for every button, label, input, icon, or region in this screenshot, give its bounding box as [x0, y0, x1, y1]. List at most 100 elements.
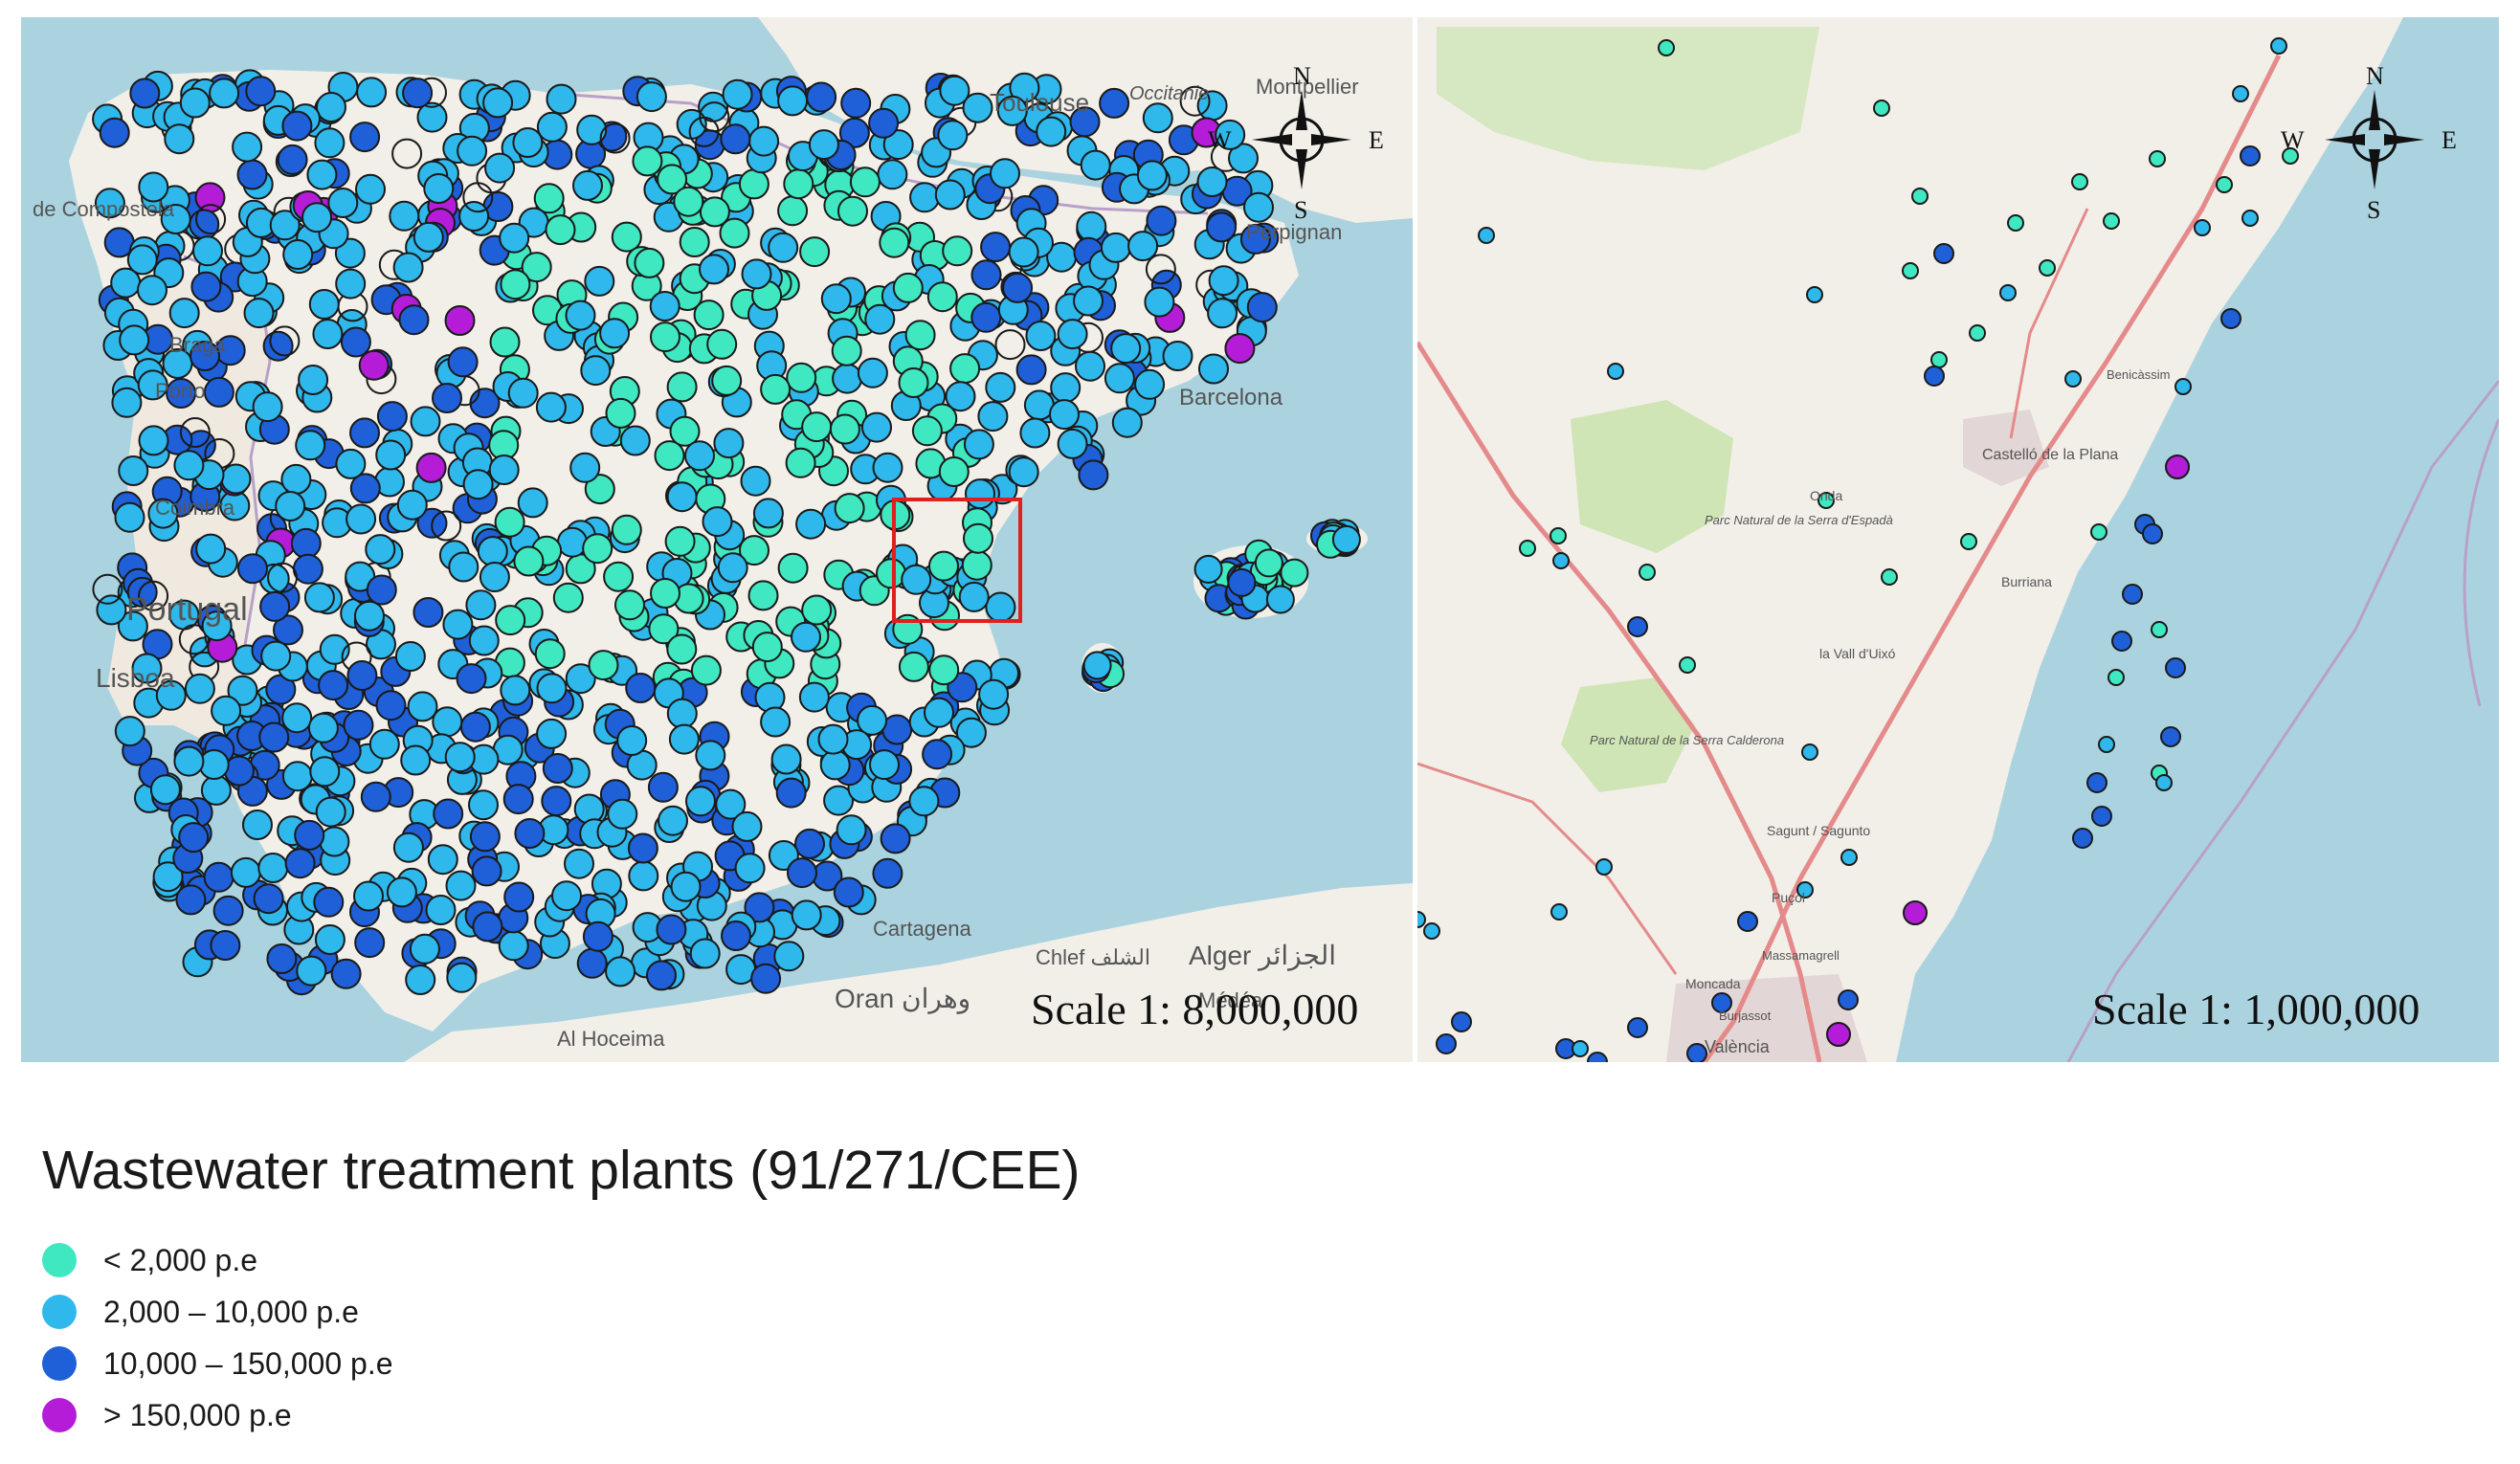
plant-marker — [2174, 378, 2192, 395]
plant-marker — [396, 489, 428, 521]
plant-marker — [573, 793, 605, 825]
plant-marker — [192, 235, 223, 267]
plant-marker — [340, 326, 371, 358]
plant-marker — [290, 527, 322, 559]
plant-marker — [1881, 568, 1898, 586]
plant-marker — [786, 362, 817, 393]
compass-e: E — [2442, 126, 2457, 154]
plant-marker — [1100, 232, 1131, 263]
plant-marker — [307, 712, 339, 743]
plant-marker — [1050, 372, 1082, 404]
plant-marker — [1960, 533, 1977, 550]
plant-marker — [376, 401, 408, 433]
place-label: Alger الجزائر — [1189, 941, 1336, 971]
plant-marker — [354, 927, 386, 959]
detail-map[interactable]: Castelló de la Plana Parc Natural de la S… — [1417, 17, 2499, 1062]
plant-marker — [306, 159, 338, 190]
plant-marker — [488, 455, 520, 485]
plant-marker — [1144, 286, 1175, 318]
plant-marker — [469, 821, 501, 853]
plant-marker — [366, 574, 397, 606]
plant-marker — [1902, 262, 1919, 279]
plant-marker — [173, 450, 205, 481]
plant-marker — [459, 711, 491, 743]
plant-marker — [386, 876, 417, 908]
plant-marker — [295, 430, 326, 461]
legend-item: > 150,000 p.e — [42, 1389, 1081, 1441]
plant-marker — [647, 771, 679, 803]
plant-marker — [126, 244, 158, 276]
plant-marker — [670, 871, 702, 902]
plant-marker — [928, 654, 960, 686]
compass-s: S — [1294, 196, 1307, 224]
scale-label-detail: Scale 1: 1,000,000 — [2092, 985, 2420, 1033]
plant-marker — [212, 895, 244, 926]
plant-marker — [482, 87, 514, 119]
plant-marker — [1015, 354, 1047, 386]
compass-n: N — [2366, 62, 2384, 90]
plant-marker — [512, 127, 544, 158]
plant-marker — [410, 406, 441, 437]
plant-marker — [445, 870, 477, 901]
plant-marker — [632, 145, 663, 177]
plant-marker — [479, 562, 510, 592]
plant-marker — [1924, 366, 1945, 387]
plant-marker — [446, 962, 478, 993]
plant-marker — [599, 318, 631, 349]
plant-marker — [605, 397, 636, 429]
plant-marker — [924, 697, 954, 728]
plant-marker — [1737, 911, 1758, 932]
legend-title: Wastewater treatment plants (91/271/CEE) — [42, 1140, 1081, 1201]
plant-marker — [2149, 150, 2166, 167]
plant-marker — [203, 861, 234, 893]
plant-marker — [184, 673, 215, 704]
place-label: Occitanie — [1129, 83, 1209, 104]
plant-marker — [551, 880, 582, 912]
legend: Wastewater treatment plants (91/271/CEE)… — [42, 1139, 1081, 1441]
plant-marker — [96, 594, 127, 626]
plant-marker — [722, 78, 753, 110]
plant-marker — [472, 911, 503, 943]
plant-marker — [760, 373, 792, 405]
plant-marker — [898, 651, 929, 682]
plant-marker — [2194, 219, 2211, 236]
plant-marker — [448, 551, 479, 583]
plant-marker — [203, 376, 234, 408]
plant-marker — [282, 239, 314, 270]
plant-marker — [2111, 631, 2132, 652]
plant-marker — [646, 960, 677, 991]
plant-marker — [588, 650, 619, 681]
place-label: Parc Natural de la Serra d'Espadà — [1705, 513, 1893, 527]
plant-marker — [1076, 211, 1107, 242]
plant-marker — [262, 330, 294, 362]
plant-marker — [699, 254, 729, 285]
plant-marker — [961, 549, 992, 581]
plant-marker — [343, 709, 374, 741]
plant-marker — [892, 272, 924, 303]
plant-marker — [1025, 321, 1057, 351]
plant-marker — [569, 452, 601, 483]
plant-marker — [911, 415, 943, 447]
plant-marker — [685, 786, 716, 817]
plant-marker — [457, 135, 488, 166]
plant-marker — [2232, 85, 2249, 102]
plant-marker — [1838, 989, 1859, 1010]
place-label: Coimbra — [155, 496, 235, 520]
plant-marker — [258, 721, 290, 753]
plant-marker — [773, 941, 805, 972]
plant-marker — [1903, 900, 1928, 925]
plant-marker — [392, 252, 424, 283]
plant-marker — [817, 723, 849, 755]
plant-marker — [500, 269, 531, 300]
plant-marker — [1806, 286, 1823, 303]
plant-marker — [1227, 567, 1257, 597]
plant-marker — [572, 169, 603, 201]
plant-marker — [346, 503, 377, 535]
overview-map[interactable]: Toulouse Occitanie Montpellier Perpignan de … — [21, 17, 1413, 1062]
plant-marker — [1423, 922, 1440, 940]
plant-marker — [2107, 669, 2125, 686]
plant-marker — [394, 641, 426, 672]
place-label: Cartagena — [873, 917, 972, 941]
plant-marker — [1136, 160, 1168, 191]
plant-marker — [1572, 1040, 1589, 1057]
